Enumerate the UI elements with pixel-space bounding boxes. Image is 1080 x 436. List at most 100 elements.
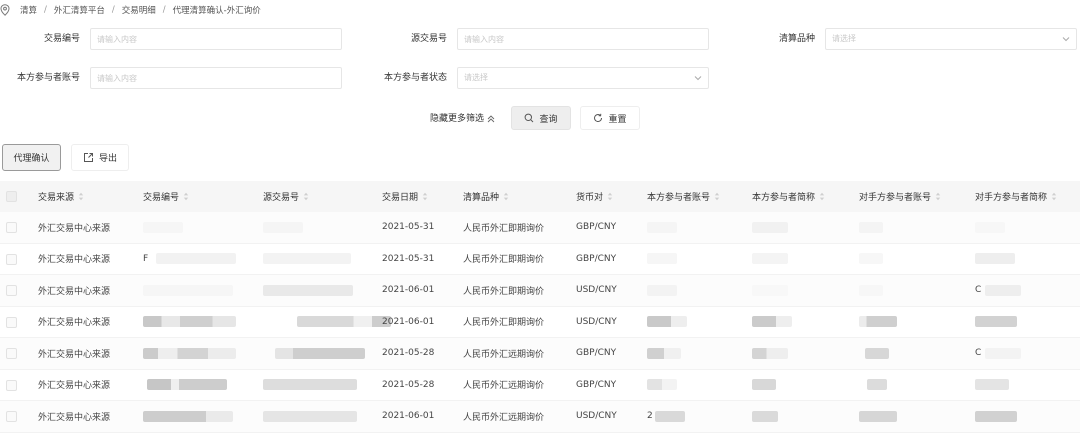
column-header-cp-account[interactable]: 对手方参与者账号 [859, 181, 941, 212]
sort-icon [714, 192, 720, 201]
redacted-value [263, 221, 303, 233]
row-checkbox[interactable] [6, 222, 17, 233]
table-row[interactable]: 外汇交易中心来源 F 2021-05-31 人民币外汇即期询价 GBP/CNY [0, 243, 1080, 275]
column-header-source-trade-no[interactable]: 源交易号 [263, 181, 309, 212]
row-checkbox[interactable] [6, 379, 17, 391]
cell-trade-no [143, 307, 236, 338]
cell-currency-pair: GBP/CNY [576, 379, 617, 390]
sort-icon [303, 192, 309, 201]
cell-trade-date: 2021-06-01 [382, 411, 435, 422]
cell-clearing-product: 人民币外汇即期询价 [463, 255, 545, 266]
redacted-value [647, 253, 677, 265]
redacted-value [156, 253, 237, 265]
cell-trade-no [143, 401, 233, 432]
cell-cp-name [975, 212, 1005, 243]
cell-cp-name: C [975, 275, 1022, 306]
reset-button[interactable]: 重置 [580, 106, 640, 130]
cell-clearing-product: 人民币外汇远期询价 [463, 412, 545, 423]
table-row[interactable]: 外汇交易中心来源 2021-06-01 人民币外汇远期询价 USD/CNY 2 [0, 401, 1080, 433]
redacted-value [143, 316, 236, 328]
own-status-select[interactable]: 请选择 [457, 67, 709, 89]
sort-icon [1051, 192, 1057, 201]
select-all-checkbox[interactable] [6, 191, 17, 202]
reset-label: 重置 [608, 114, 627, 125]
redacted-value [263, 253, 351, 265]
redacted-value [647, 284, 677, 296]
cell-cp-account [859, 275, 883, 306]
redacted-value [867, 379, 887, 391]
cell-clearing-product: 人民币外汇远期询价 [463, 349, 545, 360]
cell-cp-account [859, 244, 883, 275]
chevron-down-icon [694, 76, 702, 81]
cell-own-account [647, 275, 677, 306]
clearing-product-select[interactable]: 请选择 [825, 28, 1077, 50]
export-icon [83, 153, 93, 162]
table-row[interactable]: 外汇交易中心来源 2021-05-28 人民币外汇远期询价 GBP/CNY C [0, 338, 1080, 370]
trade-no-input[interactable] [90, 28, 342, 50]
double-chevron-up-icon [487, 115, 495, 123]
redacted-value [985, 284, 1022, 296]
cell-currency-pair: GBP/CNY [576, 222, 617, 233]
row-checkbox[interactable] [6, 348, 17, 359]
source-trade-no-input[interactable] [457, 28, 709, 50]
row-checkbox[interactable] [6, 285, 17, 296]
redacted-value [859, 284, 883, 296]
agency-confirm-button[interactable]: 代理确认 [2, 144, 61, 171]
query-button[interactable]: 查询 [511, 106, 571, 130]
table-row[interactable]: 外汇交易中心来源 2021-06-01 人民币外汇即期询价 USD/CNY [0, 306, 1080, 338]
table-row[interactable]: 外汇交易中心来源 2021-05-28 人民币外汇远期询价 GBP/CNY [0, 369, 1080, 401]
cell-source-trade-no [263, 338, 365, 369]
cell-cp-account [859, 370, 887, 401]
cell-cp-name: C [975, 338, 1022, 369]
redacted-value [975, 316, 1017, 328]
breadcrumb-item-clearing[interactable]: 清算 [20, 4, 37, 16]
table-row[interactable]: 外汇交易中心来源 2021-05-31 人民币外汇即期询价 GBP/CNY [0, 212, 1080, 244]
column-header-own-account[interactable]: 本方参与者账号 [647, 181, 720, 212]
redacted-value [654, 410, 685, 422]
sort-icon [503, 192, 509, 201]
cell-source: 外汇交易中心来源 [38, 412, 111, 423]
collapse-filters-link[interactable]: 隐藏更多筛选 [430, 108, 495, 130]
redacted-value [147, 379, 227, 391]
breadcrumb-separator: / [111, 5, 115, 15]
sort-icon [819, 192, 825, 201]
table-row[interactable]: 外汇交易中心来源 2021-06-01 人民币外汇即期询价 USD/CNY C [0, 275, 1080, 307]
cell-source-trade-no [263, 275, 353, 306]
breadcrumb-item-fx-platform[interactable]: 外汇清算平台 [54, 4, 105, 16]
own-status-label: 本方参与者状态 [383, 73, 447, 83]
redacted-value [143, 410, 233, 422]
cell-own-name [752, 244, 788, 275]
breadcrumb-item-current: 代理清算确认-外汇询价 [172, 6, 261, 16]
row-checkbox[interactable] [6, 411, 17, 422]
redacted-value [263, 284, 353, 296]
cell-currency-pair: GBP/CNY [576, 348, 617, 359]
column-header-own-name[interactable]: 本方参与者简称 [752, 181, 825, 212]
redacted-value [859, 410, 897, 422]
column-header-cp-name[interactable]: 对手方参与者简称 [975, 181, 1057, 212]
redacted-value [752, 221, 788, 233]
column-header-source[interactable]: 交易来源 [38, 181, 84, 212]
redacted-value [647, 316, 687, 328]
cell-source-trade-no [263, 401, 357, 432]
cell-currency-pair: USD/CNY [576, 316, 617, 327]
cell-source: 外汇交易中心来源 [38, 255, 111, 266]
redacted-value [752, 284, 788, 296]
cell-currency-pair: GBP/CNY [576, 253, 617, 264]
column-header-trade-no[interactable]: 交易编号 [143, 181, 189, 212]
column-header-clearing-product[interactable]: 清算品种 [463, 181, 509, 212]
redacted-value [975, 410, 1017, 422]
redacted-value [752, 410, 778, 422]
sort-icon [78, 192, 84, 201]
row-checkbox[interactable] [6, 253, 17, 265]
column-header-trade-date[interactable]: 交易日期 [382, 181, 428, 212]
cell-cp-account [859, 212, 883, 243]
breadcrumb-item-trade-details[interactable]: 交易明细 [122, 4, 156, 16]
column-header-currency-pair[interactable]: 货币对 [576, 181, 613, 212]
table-header: 交易来源 交易编号 源交易号 交易日期 清算品种 货币对 本方参与者账号 本方参… [0, 181, 1080, 212]
own-account-label: 本方参与者账号 [16, 73, 80, 83]
cell-trade-no [143, 275, 233, 306]
cell-source: 外汇交易中心来源 [38, 223, 111, 234]
own-account-input[interactable] [90, 67, 342, 89]
export-button[interactable]: 导出 [71, 144, 129, 171]
row-checkbox[interactable] [6, 316, 17, 328]
